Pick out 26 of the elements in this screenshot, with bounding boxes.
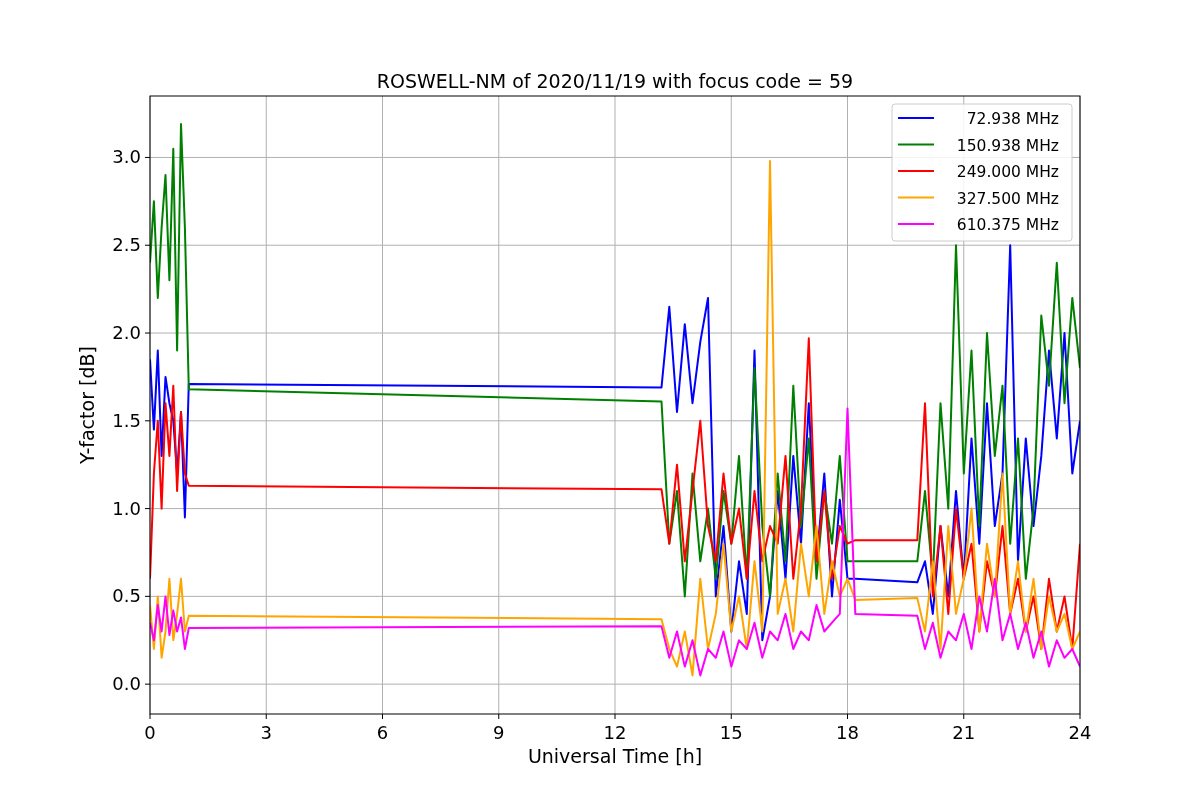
tick-label: 2.0: [112, 322, 141, 343]
tick-label: 15: [719, 722, 743, 743]
tick-label: 0: [144, 722, 156, 743]
tick-label: 6: [376, 722, 389, 743]
tick-label: 9: [493, 722, 505, 743]
tick-label: 2.5: [112, 234, 141, 256]
tick-label: 0.5: [112, 585, 141, 607]
legend-label: 610.375 MHz: [956, 216, 1059, 234]
tick-label: 0.0: [112, 673, 141, 695]
tick-label: 3.0: [112, 146, 141, 168]
legend-label: 327.500 MHz: [956, 189, 1059, 208]
tick-label: 1.0: [112, 497, 141, 519]
legend-label: 249.000 MHz: [956, 163, 1059, 181]
chart-title: ROSWELL-NM of 2020/11/19 with focus code = 59: [376, 70, 854, 92]
tick-label: 18: [836, 722, 859, 743]
tick-label: 12: [603, 722, 627, 743]
tick-label: 21: [952, 722, 976, 743]
legend-swatch: [897, 143, 935, 146]
legend-label: 150.938 MHz: [956, 136, 1059, 155]
tick-label: 1.5: [112, 409, 141, 431]
axis-label: Universal Time [h]: [527, 745, 703, 767]
tick-label: 24: [1068, 722, 1092, 743]
axis-label: Y-factor [dB]: [76, 346, 98, 464]
legend-swatch: [897, 196, 935, 199]
tick-label: 3: [260, 722, 272, 743]
legend-label: 72.938 MHz: [966, 110, 1059, 128]
